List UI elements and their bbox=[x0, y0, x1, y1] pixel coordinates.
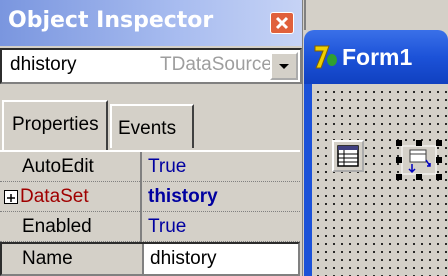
divider bbox=[304, 0, 306, 30]
object-inspector-window: Object Inspector dhistory TDataSource Pr… bbox=[0, 0, 303, 276]
property-name-cell: Enabled bbox=[0, 212, 142, 242]
datasource-icon bbox=[396, 140, 442, 180]
form-title-bar[interactable]: Form1 bbox=[304, 30, 448, 84]
table-icon bbox=[337, 145, 359, 167]
datasource-component-selected[interactable] bbox=[396, 140, 442, 180]
tab-properties-label: Properties bbox=[12, 114, 99, 135]
property-row-dataset[interactable]: DataSet thistory bbox=[0, 182, 300, 212]
component-type: TDataSource bbox=[160, 54, 272, 75]
tab-properties[interactable]: Properties bbox=[2, 100, 108, 150]
close-button[interactable] bbox=[270, 12, 294, 34]
form-title: Form1 bbox=[342, 44, 413, 70]
table-component-icon[interactable] bbox=[332, 140, 364, 172]
tab-events-label: Events bbox=[118, 118, 177, 139]
delphi-app-icon bbox=[314, 45, 337, 69]
property-value[interactable]: thistory bbox=[148, 186, 218, 208]
property-name: Enabled bbox=[22, 216, 92, 237]
component-selector[interactable]: dhistory TDataSource bbox=[0, 48, 302, 84]
dropdown-button[interactable] bbox=[270, 52, 298, 80]
chevron-down-icon bbox=[279, 64, 289, 69]
form-border bbox=[304, 84, 312, 276]
property-name-cell: Name bbox=[2, 244, 144, 274]
property-name-cell: AutoEdit bbox=[0, 152, 142, 182]
form-design-surface[interactable] bbox=[312, 86, 448, 276]
property-row-name[interactable]: Name dhistory bbox=[0, 242, 300, 276]
property-name: DataSet bbox=[20, 186, 89, 207]
property-name: AutoEdit bbox=[22, 156, 94, 177]
property-name: Name bbox=[22, 248, 73, 269]
inspector-title-bar[interactable]: Object Inspector bbox=[0, 0, 302, 46]
property-grid: AutoEdit True DataSet thistory Enabled T… bbox=[0, 150, 300, 276]
close-icon bbox=[275, 16, 289, 30]
tab-events[interactable]: Events bbox=[110, 104, 194, 148]
component-name: dhistory bbox=[10, 54, 77, 75]
property-value[interactable]: True bbox=[148, 216, 186, 238]
property-row-enabled[interactable]: Enabled True bbox=[0, 212, 300, 242]
property-name-cell: DataSet bbox=[0, 182, 142, 212]
form-designer-window: Form1 bbox=[304, 0, 448, 276]
property-value-input[interactable]: dhistory bbox=[150, 248, 217, 270]
inspector-title: Object Inspector bbox=[8, 8, 214, 33]
property-row-autoedit[interactable]: AutoEdit True bbox=[0, 152, 300, 182]
expand-plus-icon[interactable] bbox=[4, 190, 18, 204]
property-value[interactable]: True bbox=[148, 156, 186, 178]
